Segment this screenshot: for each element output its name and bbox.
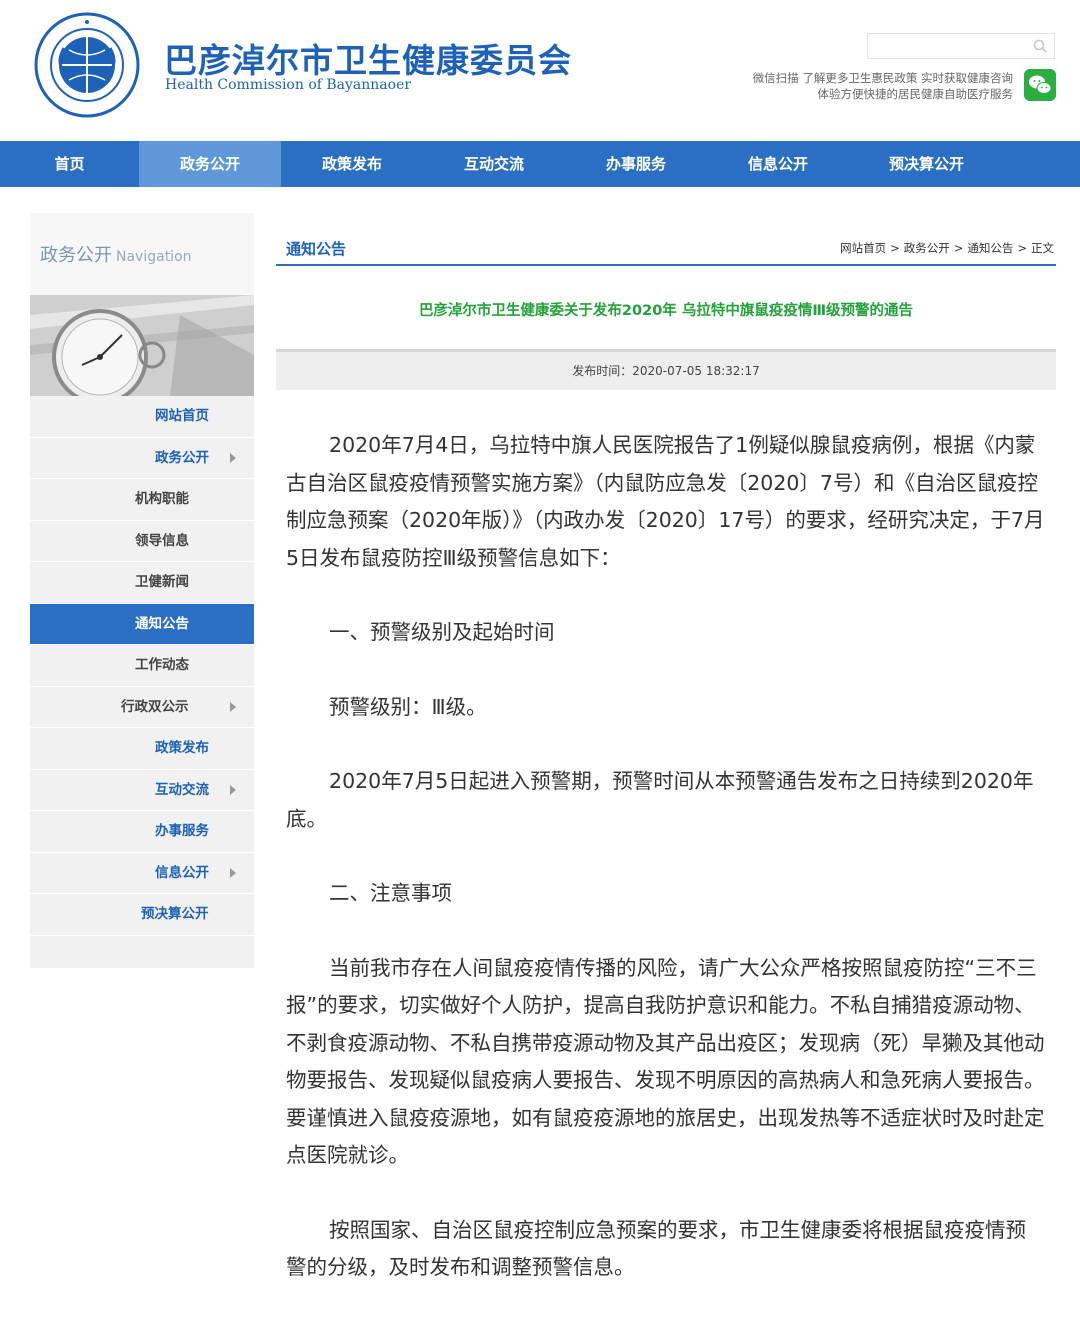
sidebar-title-en: Navigation: [116, 249, 192, 265]
sidebar-item-services[interactable]: 办事服务: [30, 811, 254, 853]
sidebar-item-label: 通知公告: [135, 615, 189, 632]
sidebar-item-label: 网站首页: [155, 408, 209, 424]
article-paragraph: 按照国家、自治区鼠疫控制应急预案的要求，市卫生健康委将根据鼠疫疫情预警的分级，及…: [286, 1217, 1027, 1280]
chevron-right-icon: [230, 867, 236, 878]
sidebar-item-notices[interactable]: 通知公告: [30, 603, 254, 645]
sidebar-item-label: 机构职能: [135, 491, 189, 507]
sidebar-item-dual-disclosure[interactable]: 行政双公示: [30, 687, 254, 728]
chevron-right-icon: [230, 701, 236, 712]
nav-item-budget[interactable]: 预决算公开: [849, 141, 1004, 187]
wechat-promo-text: 微信扫描 了解更多卫生惠民政策 实时获取健康咨询 体验方便快捷的居民健康自助医疗…: [753, 70, 1013, 102]
sidebar-banner-image: [30, 295, 254, 396]
nav-item-services[interactable]: 办事服务: [565, 141, 707, 187]
wechat-promo-line2: 体验方便快捷的居民健康自助医疗服务: [817, 87, 1014, 101]
sidebar-item-functions[interactable]: 机构职能: [30, 479, 254, 521]
sidebar-item-label: 互动交流: [155, 781, 209, 798]
sidebar: 政务公开 Navigation 网站首页 政务公开 机构职能 领导信息 卫健新闻 …: [30, 213, 254, 968]
main-content: 通知公告 网站首页 > 政务公开 > 通知公告 > 正文 巴彦淖尔市卫生健康委关于发布202…: [276, 213, 1056, 1279]
chevron-right-icon: [230, 452, 236, 463]
sidebar-menu: 网站首页 政务公开 机构职能 领导信息 卫健新闻 通知公告 工作动态 行政双公示…: [30, 396, 254, 936]
article-paragraph: 2020年7月4日，乌拉特中旗人民医院报告了1例疑似腺鼠疫病例，根据《内蒙古自治…: [286, 433, 1045, 570]
article-paragraph: 2020年7月5日起进入预警期，预警时间从本预警通告发布之日持续到2020年底。: [286, 769, 1034, 831]
sidebar-item-site-home[interactable]: 网站首页: [30, 396, 254, 438]
sidebar-item-policy[interactable]: 政策发布: [30, 728, 254, 770]
breadcrumb-link-government-affairs[interactable]: 政务公开: [904, 241, 950, 255]
breadcrumb-separator: >: [1017, 241, 1027, 255]
sidebar-item-info-disclosure[interactable]: 信息公开: [30, 853, 254, 894]
sidebar-title: 政务公开: [40, 245, 112, 266]
chevron-right-icon: [230, 784, 236, 795]
nav-item-info-disclosure[interactable]: 信息公开: [707, 141, 849, 187]
breadcrumb-current: 正文: [1031, 241, 1054, 255]
sidebar-item-government-affairs[interactable]: 政务公开: [30, 438, 254, 479]
sidebar-item-label: 领导信息: [135, 532, 189, 549]
wechat-promo-line1: 微信扫描 了解更多卫生惠民政策 实时获取健康咨询: [752, 71, 1013, 85]
sidebar-item-budget[interactable]: 预决算公开: [30, 894, 254, 936]
breadcrumb-separator: >: [890, 241, 900, 255]
site-title: 巴彦淖尔市卫生健康委员会: [164, 41, 572, 80]
nav-item-interaction[interactable]: 互动交流: [423, 141, 565, 187]
article-body: 2020年7月4日，乌拉特中旗人民医院报告了1例疑似腺鼠疫病例，根据《内蒙古自治…: [286, 427, 1046, 1319]
sidebar-item-label: 行政双公示: [121, 698, 189, 715]
article-paragraph: 预警级别：Ⅲ级。: [329, 694, 487, 719]
sidebar-item-label: 工作动态: [135, 657, 189, 673]
search-icon[interactable]: [1032, 38, 1048, 54]
nav-item-government-affairs[interactable]: 政务公开: [139, 141, 281, 187]
sidebar-item-label: 卫健新闻: [135, 574, 189, 590]
nav-item-policy[interactable]: 政策发布: [281, 141, 423, 187]
wechat-icon[interactable]: [1024, 69, 1056, 101]
sidebar-item-news[interactable]: 卫健新闻: [30, 562, 254, 604]
article-title: 巴彦淖尔市卫生健康委关于发布2020年 乌拉特中旗鼠疫疫情Ⅲ级预警的通告: [418, 303, 914, 319]
section-header: 通知公告 网站首页 > 政务公开 > 通知公告 > 正文: [276, 213, 1056, 266]
publish-time: 发布时间：2020-07-05 18:32:17: [276, 349, 1056, 390]
search-input[interactable]: [867, 33, 1055, 59]
commission-emblem-icon[interactable]: [34, 12, 140, 118]
sidebar-header: 政务公开 Navigation: [30, 213, 254, 295]
sidebar-item-label: 信息公开: [155, 864, 209, 881]
site-subtitle: Health Commission of Bayannaoer: [165, 77, 412, 93]
section-title: 通知公告: [286, 240, 347, 258]
main-nav: 首页 政务公开 政策发布 互动交流 办事服务 信息公开 预决算公开: [0, 141, 1080, 187]
breadcrumb-link-home[interactable]: 网站首页: [840, 241, 886, 255]
sidebar-item-label: 政策发布: [155, 740, 209, 756]
sidebar-item-work-updates[interactable]: 工作动态: [30, 645, 254, 687]
sidebar-item-label: 预决算公开: [141, 906, 209, 922]
sidebar-item-leaders[interactable]: 领导信息: [30, 521, 254, 562]
sidebar-item-label: 政务公开: [155, 449, 209, 466]
nav-item-home[interactable]: 首页: [0, 141, 139, 187]
breadcrumb-link-notices[interactable]: 通知公告: [967, 241, 1013, 255]
breadcrumb-separator: >: [953, 241, 964, 255]
article-paragraph: 当前我市存在人间鼠疫疫情传播的风险，请广大公众严格按照鼠疫防控“三不三报”的要求…: [286, 955, 1045, 1168]
sidebar-item-label: 办事服务: [155, 823, 209, 839]
breadcrumb: 网站首页 > 政务公开 > 通知公告 > 正文: [840, 240, 1054, 256]
sidebar-item-interaction[interactable]: 互动交流: [30, 770, 254, 811]
article-heading: 一、预警级别及起始时间: [329, 620, 555, 644]
article-heading: 二、注意事项: [329, 881, 453, 905]
site-header: 巴彦淖尔市卫生健康委员会 Health Commission of Bayann…: [0, 0, 1080, 141]
stopwatch-icon: [30, 295, 254, 396]
